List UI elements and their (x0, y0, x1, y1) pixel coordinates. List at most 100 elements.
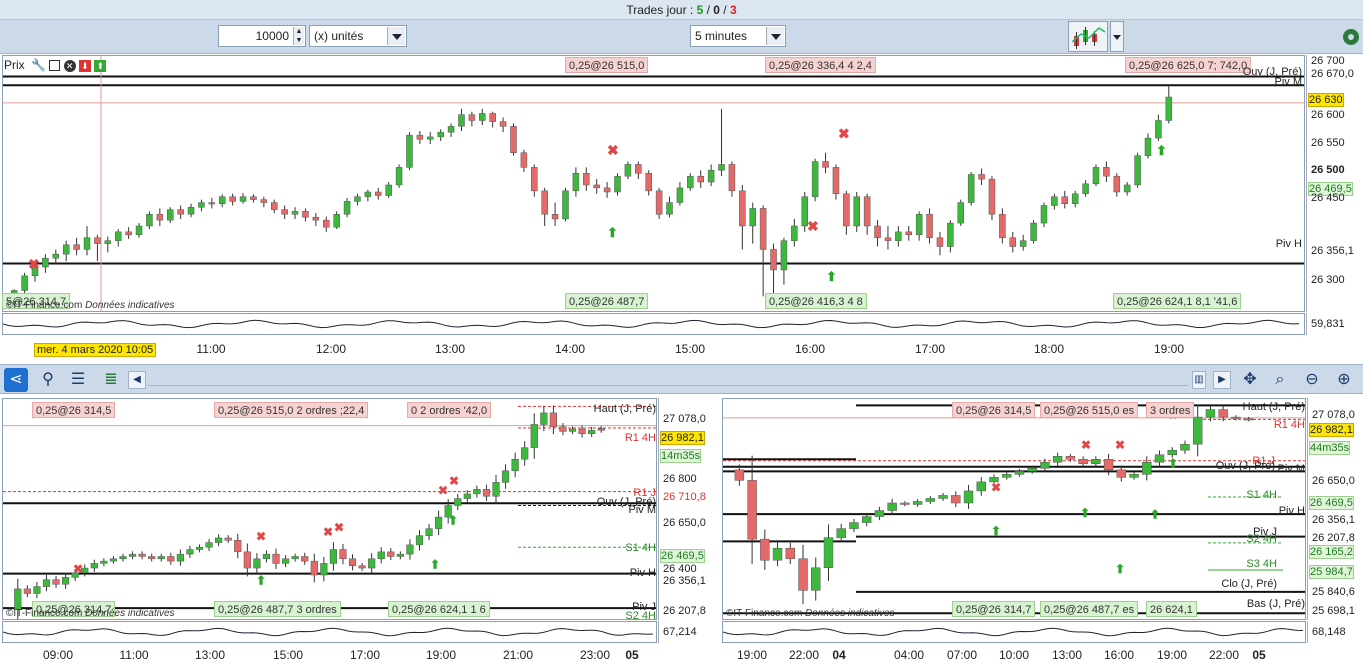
layers-icon[interactable]: ≣ (99, 368, 123, 392)
list-icon[interactable]: ☰ (66, 368, 90, 392)
left-chart-plot[interactable]: ✖ ✖ ✖ ✖ ✖ ✖ ⬆ ⬆ ⬆ (2, 398, 657, 620)
order-tag-sell[interactable]: 0,25@26 515,0 es (1040, 402, 1139, 418)
buy-marker: ⬆ (991, 524, 1001, 538)
zoom-reset-icon[interactable]: ⌕ (1268, 368, 1292, 392)
candle (406, 544, 414, 555)
price-tick: 26 207,8 (1312, 532, 1355, 544)
level-label: Haut (J, Pré) (593, 403, 656, 415)
main-chart-plot[interactable]: ✖ ✖ ✖ ✖ ⬆ ⬆ ⬆ ⬆ (2, 55, 1305, 312)
candle (603, 187, 611, 193)
candle (905, 231, 913, 236)
order-tag-buy[interactable]: 0,25@26 487,7 es (1040, 601, 1139, 617)
close-icon[interactable]: ✕ (63, 59, 76, 72)
chart-type-dropdown[interactable] (1110, 21, 1124, 52)
candle (234, 540, 242, 553)
candle (458, 114, 465, 127)
sell-marker: ✖ (449, 474, 459, 488)
timeframe-select[interactable]: 5 minutes (690, 25, 786, 47)
time-scrollbar[interactable] (148, 374, 1188, 386)
price-tick: 26 800 (663, 473, 697, 485)
units-value: (x) unités (314, 29, 364, 43)
candle (260, 199, 268, 203)
time-label: 12:00 (315, 342, 347, 356)
sell-arrow-icon[interactable]: ⬇ (79, 59, 91, 72)
candle (1144, 137, 1152, 156)
candle (936, 237, 944, 247)
time-label: 05 (1252, 648, 1266, 662)
time-label: 13:00 (434, 342, 466, 356)
order-tag-sell[interactable]: 0,25@26 515,0 2 ordres ;22,4 (214, 402, 369, 418)
chevron-down-icon[interactable] (387, 27, 405, 45)
candle (853, 196, 860, 227)
trades-summary-bar: Trades jour : 5 / 0 / 3 (0, 0, 1363, 20)
zoom-in-icon[interactable]: ⊕ (1332, 368, 1356, 392)
order-tag-buy[interactable]: 0,25@26 624,1 1 6 (388, 601, 490, 617)
candle (33, 586, 41, 594)
quantity-input[interactable]: 10000 ▲ ▼ (218, 25, 306, 47)
time-label: 04:00 (893, 648, 925, 662)
candle (957, 202, 965, 224)
candle (551, 214, 559, 220)
wrench-icon[interactable]: 🔧 (31, 58, 46, 72)
credit-brand: ©IT-Finance.com (6, 300, 83, 311)
time-label: 04 (832, 648, 846, 662)
candle (988, 178, 996, 215)
scroll-thumb[interactable]: ▥ (1192, 371, 1206, 389)
chart-type-button[interactable] (1068, 21, 1108, 52)
order-tag-buy[interactable]: 0,25@26 314,7 (952, 601, 1036, 617)
candle (167, 556, 175, 562)
buy-arrow-icon[interactable]: ⬆ (94, 59, 107, 72)
order-tag-sell[interactable]: 0,25@26 314,5 (952, 402, 1036, 418)
order-tag-buy[interactable]: 0,25@26 487,7 (565, 293, 649, 309)
order-tag-sell[interactable]: 3 ordres (1146, 402, 1195, 418)
order-tag-sell[interactable]: 0,25@26 336,4 4 2,4 (765, 57, 876, 73)
candle (1040, 205, 1048, 224)
order-tag-buy[interactable]: 0,25@26 416,3 4 8 (765, 293, 867, 309)
candle (368, 558, 376, 569)
candle (780, 240, 788, 271)
time-label: 23:00 (579, 648, 611, 662)
order-tag-buy[interactable]: 0,25@26 624,1 8,1 '41,6 (1113, 293, 1242, 309)
candle (718, 164, 725, 171)
crosshair-icon[interactable]: ✥ (1238, 368, 1262, 392)
units-select[interactable]: (x) unités (309, 25, 407, 47)
chevron-down-icon[interactable] (766, 27, 784, 45)
candle (562, 190, 569, 220)
order-tag-buy[interactable]: 0,25@26 487,7 3 ordres (214, 601, 341, 617)
left-price-axis[interactable]: 27 078,0 26 982,1 14m35s 26 800 26 710,8… (658, 398, 716, 620)
candle (243, 551, 251, 569)
right-time-axis: 19:00 22:00 04 04:00 07:00 10:00 13:00 1… (722, 648, 1306, 664)
scroll-left-icon[interactable]: ◀ (128, 371, 146, 389)
time-label: 17:00 (914, 342, 946, 356)
share-icon[interactable]: ⋖ (4, 368, 28, 392)
candle (291, 211, 299, 215)
settings-icon[interactable] (1340, 22, 1362, 52)
magnet-icon[interactable]: ⚲ (36, 368, 60, 392)
quantity-stepper[interactable]: ▲ ▼ (293, 27, 304, 45)
candle (482, 489, 491, 497)
order-tag-sell[interactable]: 0,25@26 314,5 (32, 402, 116, 418)
sell-marker: ✖ (1115, 438, 1125, 452)
buy-marker: ⬆ (607, 225, 618, 240)
scroll-right-icon[interactable]: ▶ (1213, 371, 1231, 389)
main-time-axis: mer. 4 mars 2020 10:05 11:00 12:00 13:00… (0, 342, 1305, 360)
candle (250, 196, 257, 200)
candle (148, 556, 156, 560)
sell-marker: ✖ (334, 520, 344, 534)
window-icon[interactable] (49, 60, 61, 72)
time-label: 22:00 (1208, 648, 1240, 662)
candle (301, 556, 309, 562)
right-price-axis[interactable]: 27 078,0 26 982,1 44m35s 26 650,0 26 469… (1307, 398, 1363, 620)
order-tag-buy[interactable]: 26 624,1 (1146, 601, 1197, 617)
candle (100, 560, 108, 564)
zoom-out-icon[interactable]: ⊖ (1300, 368, 1324, 392)
order-tag-sell[interactable]: 0 2 ordres '42,0 (407, 402, 492, 418)
main-candles-svg: ✖ ✖ ✖ ✖ ⬆ ⬆ ⬆ ⬆ (3, 56, 1304, 311)
candle (568, 428, 577, 432)
main-price-axis[interactable]: 26 700 26 670,0 26 630 26 600 26 550 26 … (1306, 55, 1363, 312)
candle (135, 225, 143, 236)
candle (541, 190, 548, 215)
candle (1078, 459, 1088, 465)
order-tag-sell[interactable]: 0,25@26 515,0 (565, 57, 649, 73)
right-osc-axis: 68,148 (1307, 621, 1363, 643)
